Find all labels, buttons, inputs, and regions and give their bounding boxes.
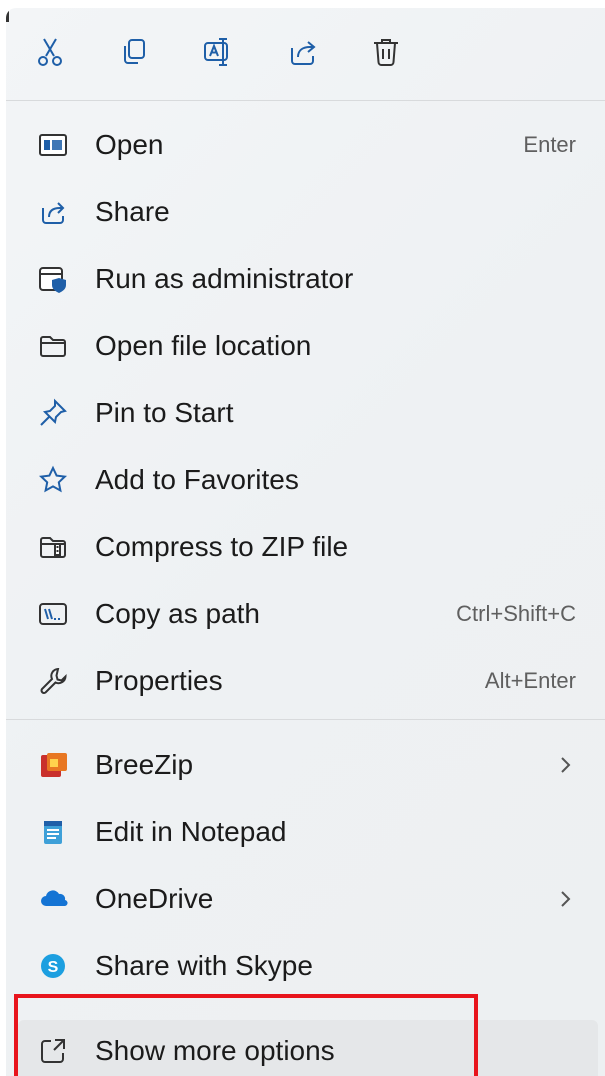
menu-item-label: Run as administrator xyxy=(95,263,354,294)
menu-item-open[interactable]: Open Enter xyxy=(6,114,605,176)
menu-item-label: Copy as path xyxy=(95,598,260,629)
skype-icon: S xyxy=(36,949,70,983)
menu-item-show-more-options[interactable]: Show more options xyxy=(18,1020,598,1076)
menu-item-add-to-favorites[interactable]: Add to Favorites xyxy=(6,449,605,511)
chevron-right-icon xyxy=(561,757,571,773)
onedrive-cloud-icon xyxy=(36,882,70,916)
cut-icon xyxy=(38,38,62,66)
menu-item-label: Pin to Start xyxy=(95,397,234,428)
star-icon xyxy=(36,463,70,497)
menu-item-compress-to-zip[interactable]: Compress to ZIP file xyxy=(6,516,605,578)
copy-path-icon xyxy=(36,597,70,631)
notepad-icon xyxy=(36,815,70,849)
wrench-icon xyxy=(36,664,70,698)
breezip-icon xyxy=(36,748,70,782)
context-menu-toolbar xyxy=(6,8,605,100)
delete-button[interactable] xyxy=(364,30,408,74)
menu-item-shortcut: Ctrl+Shift+C xyxy=(456,601,576,626)
share-button[interactable] xyxy=(280,30,324,74)
menu-item-run-as-administrator[interactable]: Run as administrator xyxy=(6,248,605,310)
menu-item-label: Open file location xyxy=(95,330,312,361)
menu-item-onedrive[interactable]: OneDrive xyxy=(6,868,605,930)
menu-item-properties[interactable]: Properties Alt+Enter xyxy=(6,650,605,712)
open-app-icon xyxy=(36,128,70,162)
menu-item-pin-to-start[interactable]: Pin to Start xyxy=(6,382,605,444)
menu-item-label: Open xyxy=(95,129,164,160)
menu-item-breezip[interactable]: BreeZip xyxy=(6,734,605,796)
zip-folder-icon xyxy=(36,530,70,564)
copy-icon xyxy=(124,39,145,64)
menu-item-shortcut: Alt+Enter xyxy=(484,668,576,693)
cut-button[interactable] xyxy=(28,30,72,74)
share-icon xyxy=(36,195,70,229)
chevron-right-icon xyxy=(561,891,571,907)
folder-icon xyxy=(36,329,70,363)
menu-item-label: Properties xyxy=(95,665,223,696)
admin-shield-icon xyxy=(36,262,70,296)
menu-item-shortcut: Enter xyxy=(523,132,576,157)
show-more-icon xyxy=(36,1034,70,1068)
menu-item-label: BreeZip xyxy=(95,749,194,780)
menu-item-copy-as-path[interactable]: Copy as path Ctrl+Shift+C xyxy=(6,583,605,645)
menu-divider xyxy=(6,719,605,720)
menu-item-label: Share xyxy=(95,196,170,227)
toolbar-divider xyxy=(6,100,605,101)
menu-item-label: Edit in Notepad xyxy=(95,816,287,847)
menu-item-label: OneDrive xyxy=(95,883,214,914)
menu-item-share-with-skype[interactable]: S Share with Skype xyxy=(6,935,605,997)
menu-item-label: Compress to ZIP file xyxy=(95,531,349,562)
share-icon xyxy=(291,41,316,65)
pin-icon xyxy=(36,396,70,430)
menu-item-share[interactable]: Share xyxy=(6,181,605,243)
menu-item-open-file-location[interactable]: Open file location xyxy=(6,315,605,377)
rename-icon xyxy=(204,38,228,66)
menu-item-label: Add to Favorites xyxy=(95,464,299,495)
menu-item-edit-in-notepad[interactable]: Edit in Notepad xyxy=(6,801,605,863)
menu-item-label: Share with Skype xyxy=(95,950,313,981)
svg-text:S: S xyxy=(48,959,59,976)
rename-button[interactable] xyxy=(196,30,240,74)
menu-item-label: Show more options xyxy=(95,1035,335,1066)
copy-button[interactable] xyxy=(112,30,156,74)
delete-icon xyxy=(374,39,398,66)
context-menu: Open Enter Share Run as administrator Op… xyxy=(6,8,605,1076)
